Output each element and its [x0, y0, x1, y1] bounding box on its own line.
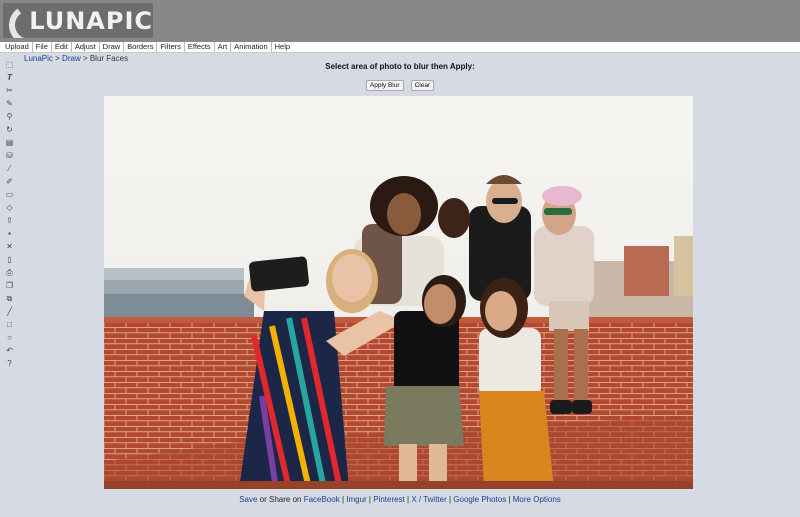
share-more-options-link[interactable]: More Options	[513, 495, 561, 504]
rectangle-icon[interactable]: □	[3, 318, 16, 331]
menu-edit[interactable]: Edit	[52, 42, 72, 52]
open-folder-icon[interactable]: ▭	[3, 188, 16, 201]
menu-effects[interactable]: Effects	[185, 42, 215, 52]
close-icon[interactable]: ✕	[3, 240, 16, 253]
menu-art[interactable]: Art	[215, 42, 232, 52]
share-twitter-link[interactable]: X / Twitter	[411, 495, 446, 504]
new-page-icon[interactable]: ▯	[3, 253, 16, 266]
zoom-icon[interactable]: ⚲	[3, 110, 16, 123]
print-icon[interactable]: ⎙	[3, 266, 16, 279]
rotate-icon[interactable]: ↻	[3, 123, 16, 136]
share-bar: Save or Share on FaceBook | Imgur | Pint…	[0, 495, 800, 504]
group-selfie-photo	[104, 96, 693, 489]
circle-icon[interactable]: ○	[3, 331, 16, 344]
header-bar: LUNAPIC	[0, 0, 800, 42]
menu-file[interactable]: File	[33, 42, 52, 52]
menu-animation[interactable]: Animation	[231, 42, 272, 52]
fill-bucket-icon[interactable]: ⛁	[3, 149, 16, 162]
apply-blur-button[interactable]: Apply Blur	[365, 80, 404, 91]
help-icon[interactable]: ?	[3, 357, 16, 370]
crop-icon[interactable]: ▤	[3, 136, 16, 149]
share-facebook-link[interactable]: FaceBook	[304, 495, 340, 504]
share-google-photos-link[interactable]: Google Photos	[453, 495, 506, 504]
layers-icon[interactable]: ❐	[3, 279, 16, 292]
moon-logo-icon	[3, 3, 30, 38]
undo-icon[interactable]: ↶	[3, 344, 16, 357]
eyedropper-icon[interactable]: ⁄	[3, 162, 16, 175]
photo-canvas[interactable]	[104, 96, 693, 489]
menu-filters[interactable]: Filters	[157, 42, 185, 52]
menu-draw[interactable]: Draw	[100, 42, 125, 52]
copy-icon[interactable]: ⧉	[3, 292, 16, 305]
share-text: or Share on	[257, 495, 304, 504]
menu-bar: Upload File Edit Adjust Draw Borders Fil…	[0, 42, 800, 53]
clear-button[interactable]: Clear	[410, 80, 435, 91]
action-buttons: Apply Blur Clear	[0, 78, 800, 91]
share-pinterest-link[interactable]: Pinterest	[373, 495, 405, 504]
instructions-text: Select area of photo to blur then Apply:	[325, 62, 475, 71]
menu-upload[interactable]: Upload	[2, 42, 33, 52]
upload-icon[interactable]: ⇪	[3, 214, 16, 227]
share-imgur-link[interactable]: Imgur	[346, 495, 366, 504]
menu-borders[interactable]: Borders	[124, 42, 158, 52]
brush-icon[interactable]: ✐	[3, 175, 16, 188]
lunapic-logo[interactable]: LUNAPIC	[3, 3, 153, 38]
save-link[interactable]: Save	[239, 495, 257, 504]
eraser-icon[interactable]: ◇	[3, 201, 16, 214]
pencil-icon[interactable]: ✎	[3, 97, 16, 110]
logo-text: LUNAPIC	[29, 6, 153, 35]
left-toolbar: ⬚ T ✂ ✎ ⚲ ↻ ▤ ⛁ ⁄ ✐ ▭ ◇ ⇪ ▪ ✕ ▯ ⎙ ❐ ⧉ ╱ …	[3, 58, 17, 370]
line-icon[interactable]: ╱	[3, 305, 16, 318]
menu-help[interactable]: Help	[272, 42, 293, 52]
menu-adjust[interactable]: Adjust	[72, 42, 100, 52]
save-icon[interactable]: ▪	[3, 227, 16, 240]
